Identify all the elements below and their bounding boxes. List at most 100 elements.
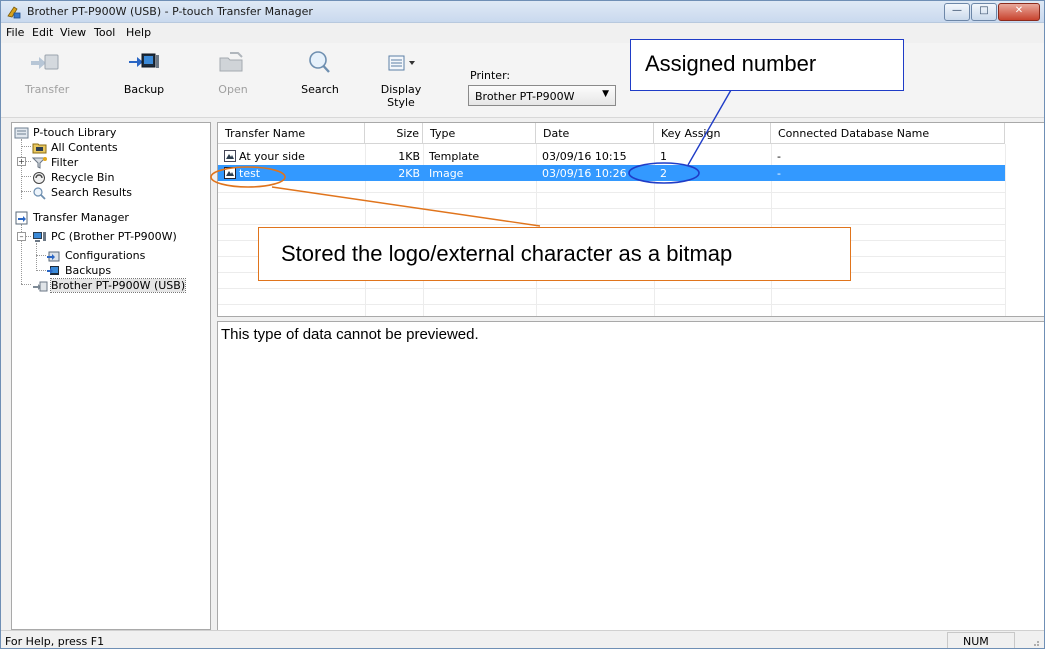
tree-item-all-contents[interactable]: All Contents [32, 140, 118, 155]
display-style-icon [388, 55, 415, 71]
window-controls: — □ ✕ [943, 3, 1040, 21]
library-icon [14, 127, 29, 138]
callout-assigned-number: Assigned number [630, 39, 904, 91]
open-label: Open [218, 83, 248, 96]
status-bar: For Help, press F1 NUM [1, 630, 1044, 648]
cell-size: 1KB [398, 150, 420, 163]
tree-item-label: Backups [65, 264, 112, 277]
title-bar[interactable]: Brother PT-P900W (USB) - P-touch Transfe… [1, 1, 1044, 23]
column-header-transfer-name[interactable]: Transfer Name [218, 123, 365, 144]
printer-label: Printer: [470, 69, 511, 82]
close-icon: ✕ [1014, 5, 1024, 16]
backup-button[interactable]: Backup [119, 49, 169, 96]
tree-item-library[interactable]: P-touch Library [14, 125, 116, 140]
backup-label: Backup [123, 83, 165, 96]
menu-tool[interactable]: Tool [94, 26, 115, 39]
table-row-selected[interactable]: test 2KB Image 03/09/16 10:26 2 - [218, 165, 1005, 181]
filter-expander[interactable]: + [17, 157, 26, 166]
template-file-icon [224, 150, 236, 162]
tree-item-label: Recycle Bin [51, 171, 115, 184]
tree-item-label: Search Results [51, 186, 133, 199]
tree-item-configurations[interactable]: Configurations [46, 248, 145, 263]
open-button[interactable]: Open [215, 49, 251, 96]
filter-icon [32, 156, 47, 169]
app-window: Brother PT-P900W (USB) - P-touch Transfe… [0, 0, 1045, 649]
search-button[interactable]: Search [299, 49, 341, 96]
cell-key-assign: 1 [660, 150, 667, 163]
column-header-size[interactable]: Size [365, 123, 423, 144]
column-header-date[interactable]: Date [536, 123, 654, 144]
resize-grip-icon[interactable] [1030, 637, 1040, 647]
grid-line [218, 192, 1005, 193]
printer-select[interactable]: Brother PT-P900W ▼ [468, 85, 616, 106]
maximize-icon: □ [979, 5, 989, 16]
cell-type: Image [429, 167, 464, 180]
library-tree[interactable]: + – P-touch Library All Contents Filter … [11, 122, 211, 630]
cell-database: - [777, 167, 781, 180]
configurations-icon [47, 251, 60, 261]
grid-line [218, 224, 1005, 225]
grid-line [218, 288, 1005, 289]
cell-date: 03/09/16 10:26 [542, 167, 627, 180]
tree-item-label: Filter [51, 156, 79, 169]
printer-select-value: Brother PT-P900W [475, 90, 575, 103]
chevron-down-icon: ▼ [602, 89, 609, 99]
app-icon [7, 6, 21, 19]
tree-item-device[interactable]: Brother PT-P900W (USB) [32, 278, 187, 293]
tree-connector [21, 139, 22, 199]
transfer-button[interactable]: Transfer [25, 49, 69, 96]
table-row[interactable]: At your side 1KB Template 03/09/16 10:15… [218, 148, 1005, 164]
column-header-database[interactable]: Connected Database Name [771, 123, 1005, 144]
pc-expander[interactable]: – [17, 232, 26, 241]
minimize-icon: — [952, 5, 962, 16]
display-style-button[interactable]: Display Style [371, 49, 431, 109]
cell-key-assign: 2 [660, 167, 667, 180]
tree-item-recycle-bin[interactable]: Recycle Bin [32, 170, 114, 185]
tree-connector [36, 243, 37, 271]
computer-icon [33, 231, 46, 242]
transfer-list[interactable]: Transfer Name Size Type Date Key Assign … [217, 122, 1044, 317]
display-style-label: Display Style [380, 83, 422, 109]
search-results-icon [33, 186, 46, 200]
recycle-bin-icon [33, 171, 45, 184]
callout-stored-bitmap: Stored the logo/external character as a … [258, 227, 851, 281]
tree-item-label: All Contents [51, 141, 118, 154]
tree-item-label: PC (Brother PT-P900W) [51, 230, 177, 243]
menu-file[interactable]: File [6, 26, 24, 39]
column-header-type[interactable]: Type [423, 123, 536, 144]
transfer-label: Transfer [25, 83, 70, 96]
tree-item-search-results[interactable]: Search Results [32, 185, 132, 200]
open-folder-icon [219, 52, 243, 72]
preview-message: This type of data cannot be previewed. [221, 326, 479, 343]
tree-connector [21, 176, 31, 177]
image-file-icon [224, 167, 236, 179]
tree-item-filter[interactable]: Filter [32, 155, 78, 170]
tree-item-label: Transfer Manager [33, 211, 129, 224]
printer-device-icon [33, 281, 48, 291]
tree-item-backups[interactable]: Backups [46, 263, 111, 278]
backup-icon [129, 53, 159, 68]
cell-database: - [777, 150, 781, 163]
tree-connector [36, 270, 46, 271]
cell-transfer-name: At your side [239, 150, 305, 163]
tree-connector [36, 255, 46, 256]
search-icon [309, 51, 330, 73]
search-label: Search [301, 83, 339, 96]
menu-edit[interactable]: Edit [32, 26, 53, 39]
tree-item-transfer-manager[interactable]: Transfer Manager [14, 210, 129, 225]
all-contents-icon [32, 143, 47, 153]
tree-item-pc[interactable]: PC (Brother PT-P900W) [32, 229, 177, 244]
minimize-button[interactable]: — [944, 3, 970, 21]
status-num-indicator: NUM [947, 632, 1015, 648]
window-title: Brother PT-P900W (USB) - P-touch Transfe… [27, 5, 313, 18]
tree-connector [21, 146, 31, 147]
column-header-key-assign[interactable]: Key Assign [654, 123, 771, 144]
tree-connector [21, 284, 31, 285]
menu-view[interactable]: View [60, 26, 86, 39]
maximize-button[interactable]: □ [971, 3, 997, 21]
tree-connector [21, 191, 31, 192]
tree-item-label: Configurations [65, 249, 146, 262]
close-button[interactable]: ✕ [998, 3, 1040, 21]
transfer-manager-icon [15, 211, 28, 224]
menu-help[interactable]: Help [126, 26, 151, 39]
